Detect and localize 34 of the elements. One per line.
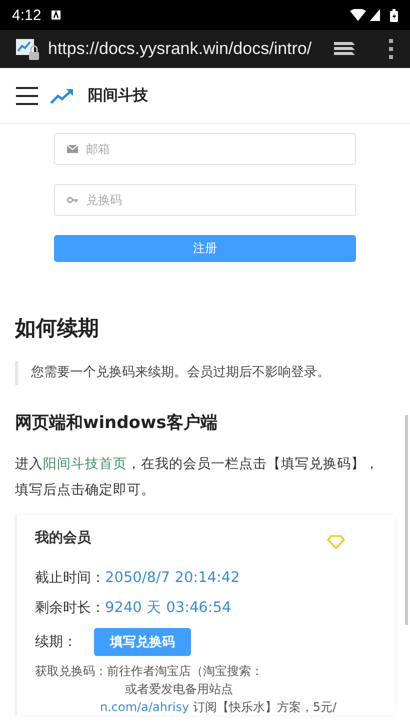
field-value: 2050/8/7 20:14:42 <box>105 570 240 586</box>
link[interactable]: n.com/a/ahrisy <box>100 700 190 714</box>
wifi-icon <box>350 9 366 21</box>
field-value: 9240 天 03:46:54 <box>105 599 232 617</box>
register-button[interactable]: 注册 <box>54 235 356 262</box>
signal-icon <box>370 9 380 21</box>
footnote-text: 订阅【快乐水】方案，5元/ <box>192 700 337 714</box>
menu-icon <box>16 86 38 104</box>
more-menu-icon <box>388 39 394 59</box>
tabs-icon <box>334 41 356 57</box>
note-text: 您需要一个兑换码来续期。会员过期后不影响登录。 <box>15 361 395 385</box>
site-lock-icon <box>16 38 40 60</box>
field-label: 剩余时长： <box>35 598 105 616</box>
card-title: 我的会员 <box>35 529 91 547</box>
subheading: 网页端和windows客户端 <box>15 412 218 435</box>
footnote-text: 或者爱发电备用站点 <box>125 682 233 696</box>
scrollbar[interactable] <box>405 415 408 625</box>
diamond-icon <box>327 535 345 549</box>
notification-icon <box>51 10 62 20</box>
field-label: 续期： <box>35 633 77 651</box>
input-field[interactable]: 兑换码 <box>54 184 356 216</box>
trend-icon <box>50 88 74 104</box>
input-field[interactable]: 邮箱 <box>54 133 356 165</box>
redeem-button[interactable]: 填写兑换码 <box>94 628 191 656</box>
footnote-text: 获取兑换码：前往作者淘宝店（淘宝搜索： <box>35 664 263 678</box>
site-title[interactable]: 阳间斗技 <box>88 86 148 105</box>
status-time: 4:12 <box>12 6 42 24</box>
paragraph: 进入阳间斗技首页，在我的会员一栏点击【填写兑换码】，填写后点击确定即可。 <box>15 455 380 500</box>
battery-icon <box>390 8 398 22</box>
field-label: 截止时间： <box>35 569 105 587</box>
mail-icon <box>67 145 78 153</box>
section-heading: 如何续期 <box>15 315 100 342</box>
key-icon <box>67 197 78 203</box>
link[interactable]: 阳间斗技首页 <box>43 456 127 472</box>
